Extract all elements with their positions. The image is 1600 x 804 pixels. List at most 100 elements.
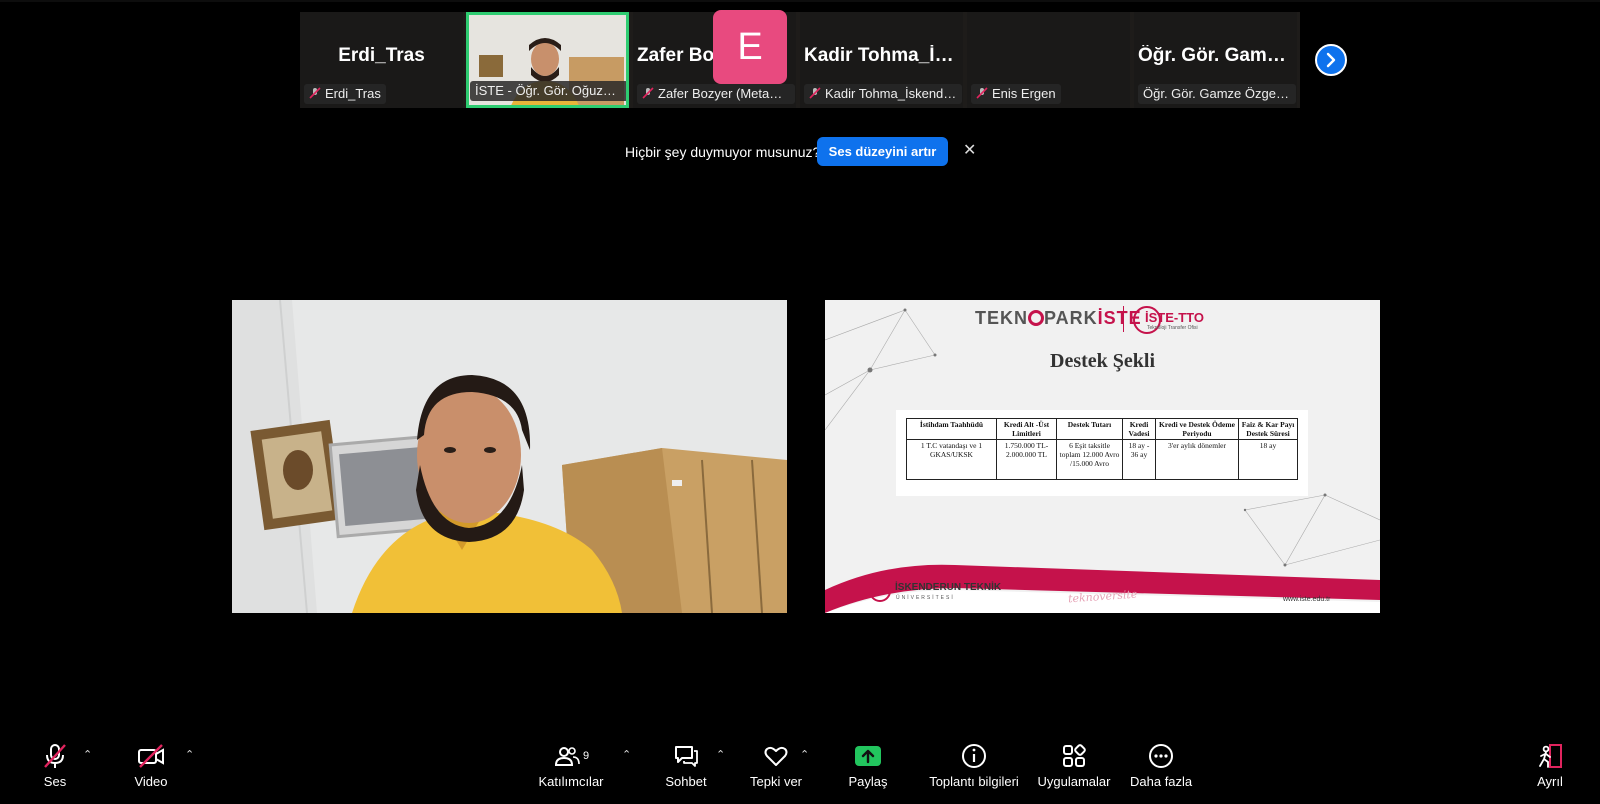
react-button[interactable]: Tepki ver	[745, 740, 807, 804]
meeting-window: Erdi_Tras Erdi_Tras İSTE - Öğr. Gör. Oğu…	[0, 0, 1600, 804]
apps-button[interactable]: Uygulamalar	[1036, 740, 1112, 804]
participant-tag-label: Zafer Bozyer (MetaThi...	[658, 86, 795, 101]
table-cell: 1.750.000 TL-2.000.000 TL	[996, 439, 1057, 480]
slide-footer-url: www.iste.edu.tr	[1283, 596, 1331, 603]
avatar: E	[713, 10, 787, 84]
logo-part: PARK	[1044, 308, 1098, 328]
participant-strip: Erdi_Tras Erdi_Tras İSTE - Öğr. Gör. Oğu…	[300, 12, 1300, 108]
slide-table-card: İstihdam Taahhüdü Kredi Alt -Üst Limitle…	[896, 410, 1308, 496]
participant-tag-label: Erdi_Tras	[325, 86, 381, 101]
leave-button[interactable]: Ayrıl	[1530, 740, 1570, 804]
react-label: Tepki ver	[749, 774, 803, 789]
participant-tag: İSTE - Öğr. Gör. Oğuzhan ...	[470, 81, 628, 101]
participants-options-caret[interactable]: ⌃	[622, 748, 631, 761]
leave-label: Ayrıl	[1537, 774, 1563, 789]
chevron-right-icon	[1326, 52, 1336, 68]
participants-count: 9	[582, 750, 590, 762]
participant-tag: Erdi_Tras	[304, 84, 386, 104]
share-button[interactable]: Paylaş	[845, 740, 891, 804]
info-icon	[962, 744, 986, 768]
participant-tag: Enis Ergen	[971, 84, 1061, 104]
table-header-row: İstihdam Taahhüdü Kredi Alt -Üst Limitle…	[906, 418, 1298, 440]
apps-label: Uygulamalar	[1037, 774, 1111, 789]
chat-options-caret[interactable]: ⌃	[716, 748, 725, 761]
participant-tile[interactable]: Kadir Tohma_İs... Kadir Tohma_İskender..…	[800, 12, 963, 108]
participants-button[interactable]: 9 Katılımcılar	[535, 740, 607, 804]
speaker-video	[232, 300, 787, 613]
table-header: Kredi Alt -Üst Limitleri	[996, 418, 1057, 440]
share-screen-icon	[855, 746, 881, 766]
audio-options-caret[interactable]: ⌃	[83, 748, 92, 761]
logo-part: TEKN	[975, 308, 1028, 328]
video-label: Video	[134, 774, 168, 789]
participant-name: Öğr. Gör. Gamze...	[1138, 45, 1297, 66]
university-logo-icon	[869, 580, 891, 602]
mic-muted-icon	[44, 744, 66, 768]
table-cell: 1 T.C vatandaşı ve 1 GKAS/UKSK	[906, 439, 997, 480]
more-icon	[1149, 744, 1173, 768]
participant-tile-active-speaker[interactable]: İSTE - Öğr. Gör. Oğuzhan ...	[466, 12, 629, 108]
leave-icon	[1539, 744, 1562, 768]
audio-button[interactable]: Ses	[30, 740, 80, 804]
table-cell: 18 ay - 36 ay	[1122, 439, 1156, 480]
meeting-toolbar: Ses ⌃ Video ⌃ 9 Katılımcılar ⌃ Sohbet ⌃ …	[0, 740, 1600, 804]
table-row: 1 T.C vatandaşı ve 1 GKAS/UKSK 1.750.000…	[906, 439, 1298, 480]
university-name: İSKENDERUN TEKNİK	[895, 582, 1002, 593]
participant-tag-label: İSTE - Öğr. Gör. Oğuzhan ...	[475, 83, 628, 98]
video-off-icon	[138, 744, 164, 768]
chat-label: Sohbet	[665, 774, 707, 789]
mic-muted-icon	[309, 87, 321, 99]
table-cell: 3'er aylık dönemler	[1155, 439, 1239, 480]
video-button[interactable]: Video	[126, 740, 176, 804]
participant-tag-label: Enis Ergen	[992, 86, 1056, 101]
react-options-caret[interactable]: ⌃	[800, 748, 809, 761]
shared-slide: TEKN PARKİSTE İSTE-TTO Teknoloji Transfer…	[825, 300, 1380, 613]
table-cell: 18 ay	[1238, 439, 1298, 480]
heart-icon	[764, 746, 788, 766]
participant-tag: Öğr. Gör. Gamze Özge GÜ...	[1138, 84, 1296, 104]
mic-muted-icon	[642, 87, 654, 99]
meeting-info-label: Toplantı bilgileri	[929, 774, 1019, 789]
participant-name: Kadir Tohma_İs...	[804, 45, 961, 66]
tto-logo: İSTE-TTO	[1145, 310, 1204, 325]
participants-icon	[554, 747, 580, 766]
participant-name: Erdi_Tras	[338, 45, 425, 66]
next-page-button[interactable]	[1315, 44, 1347, 76]
more-label: Daha fazla	[1130, 774, 1193, 789]
slide-title: Destek Şekli	[1050, 350, 1155, 372]
participant-tile[interactable]: Erdi_Tras Erdi_Tras	[300, 12, 463, 108]
logo-o-icon	[1028, 310, 1044, 326]
table-header: Kredi ve Destek Ödeme Periyodu	[1155, 418, 1239, 440]
participant-tag: Zafer Bozyer (MetaThi...	[637, 84, 795, 104]
audio-label: Ses	[43, 774, 67, 789]
share-label: Paylaş	[848, 774, 888, 789]
mic-muted-icon	[809, 87, 821, 99]
participant-tag-label: Kadir Tohma_İskender...	[825, 86, 962, 101]
mic-muted-icon	[976, 87, 988, 99]
audio-notice-text: Hiçbir şey duymuyor musunuz?	[625, 144, 821, 160]
table-header: Destek Tutarı	[1056, 418, 1123, 440]
video-options-caret[interactable]: ⌃	[185, 748, 194, 761]
university-subtitle: ÜNİVERSİTESİ	[896, 595, 955, 601]
close-icon[interactable]: ✕	[963, 140, 976, 160]
tto-subtitle: Teknoloji Transfer Ofisi	[1147, 325, 1198, 331]
chat-icon	[675, 746, 698, 767]
participant-tag: Kadir Tohma_İskender...	[804, 84, 962, 104]
table-header: Kredi Vadesi	[1122, 418, 1156, 440]
logo-divider	[1123, 306, 1124, 332]
table-header: İstihdam Taahhüdü	[906, 418, 997, 440]
apps-icon	[1063, 744, 1086, 767]
participant-tile[interactable]: Öğr. Gör. Gamze... Öğr. Gör. Gamze Özge …	[1134, 12, 1297, 108]
chat-button[interactable]: Sohbet	[660, 740, 712, 804]
increase-volume-button[interactable]: Ses düzeyini artır	[817, 137, 948, 166]
participants-label: Katılımcılar	[538, 774, 604, 789]
more-button[interactable]: Daha fazla	[1130, 740, 1192, 804]
top-border	[0, 0, 1600, 2]
table-header: Faiz & Kar Payı Destek Süresi	[1238, 418, 1298, 440]
table-cell: 6 Eşit taksitle toplam 12.000 Avro /15.0…	[1056, 439, 1123, 480]
meeting-info-button[interactable]: Toplantı bilgileri	[925, 740, 1023, 804]
participant-tag-label: Öğr. Gör. Gamze Özge GÜ...	[1143, 86, 1296, 101]
support-table: İstihdam Taahhüdü Kredi Alt -Üst Limitle…	[906, 418, 1298, 480]
speaker-camera-image	[232, 300, 787, 613]
participant-tile[interactable]: Enis Ergen	[967, 12, 1130, 108]
